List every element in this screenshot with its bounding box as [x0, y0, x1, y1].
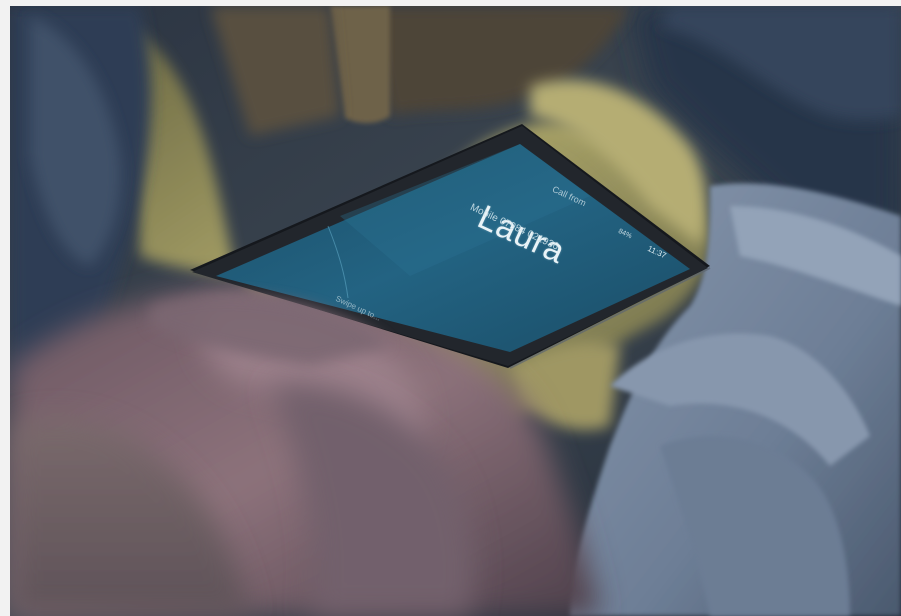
- photo-frame: Call from Laura Mobile 07984 021936 84% …: [10, 6, 901, 616]
- scene-photo: [10, 6, 901, 616]
